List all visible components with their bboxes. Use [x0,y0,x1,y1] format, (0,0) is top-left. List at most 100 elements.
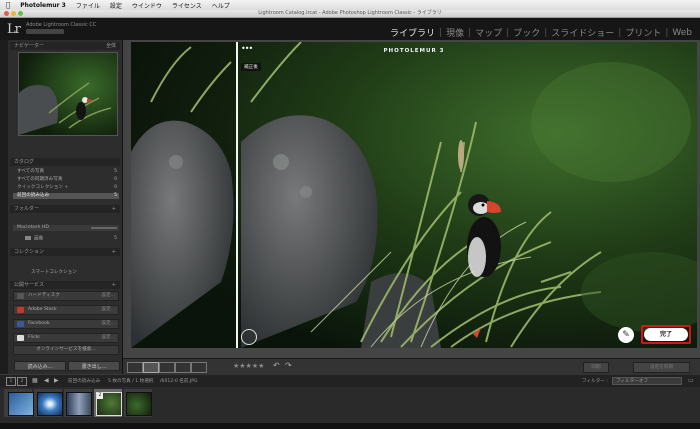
add-service-icon[interactable]: + [112,281,116,289]
photolemur-brand: PHOTOLEMUR 3 [383,48,445,54]
identity-line1: Adobe Lightroom Classic CC [26,22,97,28]
add-folder-icon[interactable]: + [112,205,116,213]
menu-app-name[interactable]: Photolemur 3 [20,2,66,9]
service-facebook[interactable]: Facebook 設定... [13,319,119,329]
edit-pencil-icon[interactable]: ✎ [618,327,634,343]
identity-line2 [26,29,64,34]
forward-arrow-icon[interactable]: ▶ [54,377,59,384]
folder-row[interactable]: 画像 5 [13,236,119,242]
module-web[interactable]: Web [668,28,696,38]
survey-view-icon[interactable] [175,362,191,373]
catalog-header[interactable]: カタログ [10,158,120,166]
navigator-preview-image [19,53,117,135]
filter-dropdown[interactable]: フィルターオフ [612,377,682,385]
menu-settings[interactable]: 設定 [110,1,122,10]
service-settings-button[interactable]: 設定... [101,320,115,328]
done-button[interactable]: 完了 [644,328,688,341]
sync-settings-button[interactable]: 設定を同期 [633,362,690,373]
catalog-row[interactable]: すべての同期済み写真 0 [13,177,119,183]
volume-usage-bar [91,227,117,229]
catalog-title: カタログ [14,159,35,165]
menu-window[interactable]: ウインドウ [132,1,162,10]
navigator-fit-option[interactable]: 全体 [106,42,116,50]
module-library[interactable]: ライブラリ [386,26,439,39]
menu-file[interactable]: ファイル [76,1,100,10]
back-arrow-icon[interactable]: ◀ [44,377,49,384]
filmstrip-thumbnail[interactable] [37,392,63,416]
navigator-header[interactable]: ナビゲーター 全体 [10,42,120,50]
module-develop[interactable]: 現像 [442,26,468,39]
compare-divider[interactable] [236,42,238,348]
catalog-row-count: 0 [114,177,117,182]
identity-text: Adobe Lightroom Classic CC [26,22,96,34]
catalog-row-label: すべての同期済み写真 [17,177,63,182]
filmstrip-thumbnail[interactable] [126,392,152,416]
filmstrip-thumbnail[interactable] [8,392,34,416]
folders-title: フォルダー [14,206,40,212]
library-toolbar: ★★★★★ ↶ ↷ 同期 設定を同期 [123,358,700,375]
window-title: Lightroom Catalog.lrcat - Adobe Photosho… [258,10,442,16]
catalog-row[interactable]: すべての写真 5 [13,169,119,175]
adobe-stock-icon [17,307,24,313]
rating-stars[interactable]: ★★★★★ [233,362,264,370]
secondary-display-2[interactable]: 2 [17,377,27,386]
minimize-window-button[interactable] [11,11,16,16]
photolemur-preview[interactable]: ••• 補正後 PHOTOLEMUR 3 ✎ 完了 [131,42,697,348]
filter-label: フィルター : [582,379,608,384]
service-settings-button[interactable]: 設定... [101,306,115,314]
module-picker: ライブラリ | 現像 | マップ | ブック | スライドショー | プリント | Web [386,26,696,40]
volume-name: Macintosh HD [17,225,49,230]
left-panel-collapse-strip[interactable] [0,40,8,374]
service-label: Facebook [28,321,50,326]
catalog-row-label: 前回の読み込み [17,193,50,198]
filmstrip-thumbnail[interactable] [66,392,92,416]
filter-lock-icon[interactable]: ▭ [688,377,694,384]
catalog-row-selected[interactable]: 前回の読み込み 5 [13,193,119,199]
window-title-bar: Lightroom Catalog.lrcat - Adobe Photosho… [0,10,700,18]
sync-button[interactable]: 同期 [583,362,609,373]
module-book[interactable]: ブック [509,26,544,39]
rotate-right-icon[interactable]: ↷ [285,361,292,370]
folders-header[interactable]: フォルダー + [10,205,120,213]
volume-row[interactable]: Macintosh HD [13,225,119,231]
loupe-view-icon[interactable] [143,362,159,373]
close-window-button[interactable] [4,11,9,16]
apple-icon[interactable]:  [6,1,10,9]
menu-help[interactable]: ヘルプ [212,1,230,10]
rotate-left-icon[interactable]: ↶ [273,361,280,370]
module-slideshow[interactable]: スライドショー [547,26,618,39]
service-hard-drive[interactable]: ハードディスク 設定... [13,291,119,301]
service-settings-button[interactable]: 設定... [101,292,115,300]
catalog-row-count: 0 [114,185,117,190]
menu-license[interactable]: ライセンス [172,1,202,10]
catalog-row[interactable]: クイックコレクション + 0 [13,185,119,191]
zoom-window-button[interactable] [18,11,23,16]
filmstrip-collapse-strip[interactable] [0,423,700,429]
facebook-icon [17,321,24,327]
service-flickr[interactable]: Flickr 設定... [13,333,119,343]
catalog-row-count: 5 [114,169,117,174]
collections-header[interactable]: コレクション + [10,248,120,256]
filmstrip-source[interactable]: 前回の読み込み [68,378,100,384]
secondary-display-1[interactable]: 1 [6,377,16,386]
module-map[interactable]: マップ [471,26,506,39]
publish-services-header[interactable]: 公開サービス + [10,281,120,289]
service-label: Flickr [28,335,41,340]
grid-icon[interactable]: ▦ [32,377,38,384]
compare-view-icon[interactable] [159,362,175,373]
navigator-preview[interactable] [18,52,118,136]
puffin-photo [131,42,697,348]
thumbnail-badge: 2 [97,393,103,399]
export-button[interactable]: 書き出し... [68,361,120,371]
import-button[interactable]: 読み込み... [14,361,66,371]
add-collection-icon[interactable]: + [112,248,116,256]
find-more-services-button[interactable]: オンラインサービスを検索... [13,345,119,355]
module-print[interactable]: プリント [621,26,665,39]
smart-collection-row[interactable]: スマートコレクション [13,270,119,276]
service-adobe-stock[interactable]: Adobe Stock 設定... [13,305,119,315]
service-settings-button[interactable]: 設定... [101,334,115,342]
people-view-icon[interactable] [191,362,207,373]
folder-icon [25,236,31,240]
face-detection-icon[interactable] [241,329,257,345]
grid-view-icon[interactable] [127,362,143,373]
